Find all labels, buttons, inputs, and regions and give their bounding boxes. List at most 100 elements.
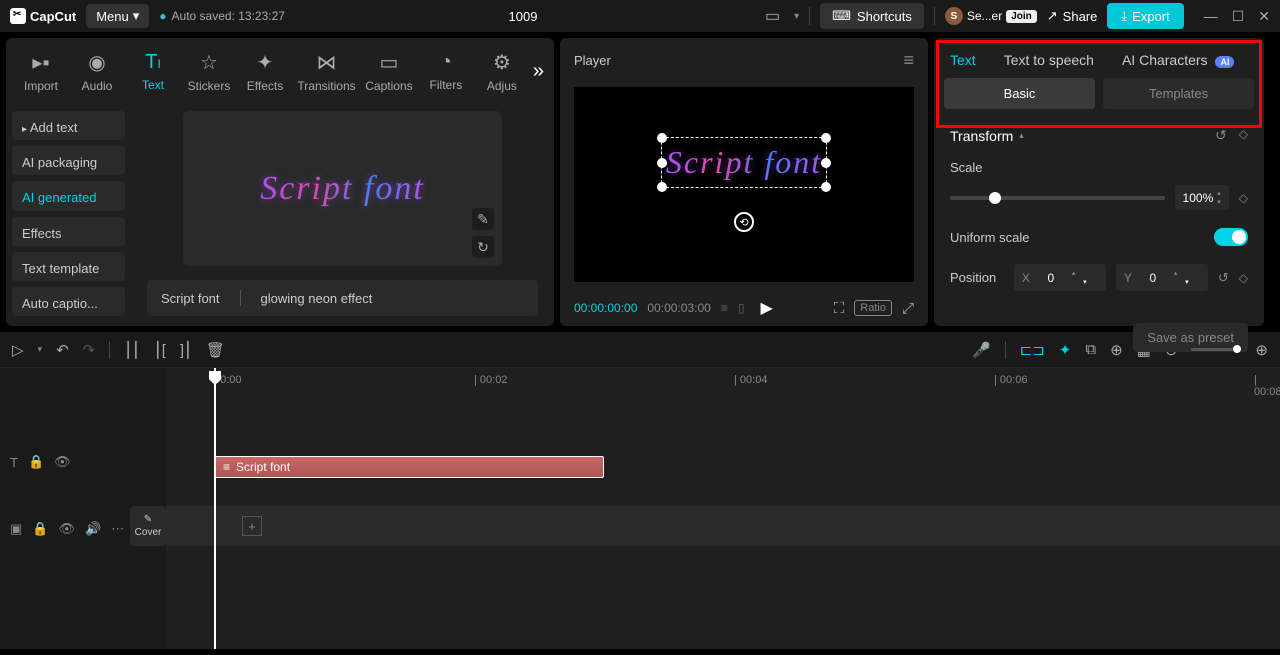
tracks-area[interactable]: 00:00 | 00:02 | 00:04 | 00:06 | 00:08 ≡ …: [166, 368, 1280, 649]
position-y-input[interactable]: Y 0 ▴▾: [1116, 264, 1208, 291]
trim-right-icon[interactable]: ]⎮: [180, 341, 192, 359]
trim-left-icon[interactable]: ⎮[: [154, 341, 166, 359]
eye-icon[interactable]: 👁: [54, 454, 71, 470]
keyframe-icon[interactable]: ◇: [1239, 271, 1248, 285]
project-title[interactable]: 1009: [295, 9, 751, 24]
tag-1[interactable]: Script font: [161, 291, 220, 306]
list-icon[interactable]: ≡: [721, 301, 728, 315]
export-label: Export: [1132, 9, 1170, 24]
text-clip-icon: ≡: [223, 460, 230, 474]
scale-value-box[interactable]: 100% ▴▾: [1175, 185, 1229, 210]
mute-icon[interactable]: 🔊: [85, 521, 101, 537]
tab-text[interactable]: TIText: [128, 47, 178, 96]
menu-button[interactable]: Menu ▾: [86, 4, 149, 28]
tab-text-to-speech[interactable]: Text to speech: [1004, 52, 1094, 68]
player-canvas[interactable]: Script font ⟲: [574, 87, 914, 282]
zoom-slider[interactable]: [1191, 348, 1241, 351]
handle-bl[interactable]: [657, 182, 667, 192]
slider-thumb[interactable]: [989, 192, 1001, 204]
minimize-icon[interactable]: —: [1204, 8, 1218, 25]
delete-icon[interactable]: 🗑: [206, 341, 225, 359]
tab-effects[interactable]: ✦Effects: [240, 46, 290, 97]
tab-audio[interactable]: ◉Audio: [72, 46, 122, 97]
tab-captions[interactable]: ▭Captions: [363, 46, 415, 97]
scale-label: Scale: [950, 160, 1248, 175]
subtab-basic[interactable]: Basic: [944, 78, 1095, 109]
scale-slider[interactable]: [950, 196, 1165, 200]
sidebar-add-text[interactable]: Add text: [12, 111, 125, 140]
close-icon[interactable]: ✕: [1258, 8, 1270, 25]
add-media-placeholder[interactable]: +: [242, 516, 262, 536]
tab-import[interactable]: ▸▪Import: [16, 46, 66, 97]
tab-adjust[interactable]: ⚙Adjus: [477, 46, 527, 97]
sidebar-effects[interactable]: Effects: [12, 217, 125, 246]
handle-br[interactable]: [821, 182, 831, 192]
keyframe-icon[interactable]: ◇: [1239, 127, 1248, 144]
eye-icon[interactable]: 👁: [58, 521, 75, 537]
maximize-icon[interactable]: ☐: [1232, 8, 1245, 25]
time-ruler[interactable]: 00:00 | 00:02 | 00:04 | 00:06 | 00:08: [166, 368, 1280, 392]
menu-label: Menu: [96, 9, 129, 24]
tab-stickers[interactable]: ☆Stickers: [184, 46, 234, 97]
text-preview-card[interactable]: Script font ✎ ↻: [183, 111, 502, 266]
user-chip[interactable]: S Se...er Join: [945, 7, 1037, 25]
handle-tl[interactable]: [657, 133, 667, 143]
reset-icon[interactable]: ↺: [1215, 127, 1227, 144]
player-menu-icon[interactable]: ≡: [903, 50, 914, 71]
edit-icon[interactable]: ✎: [472, 208, 494, 230]
export-button[interactable]: ⤓ Export: [1107, 3, 1183, 29]
sidebar-text-template[interactable]: Text template: [12, 252, 125, 281]
lock-icon[interactable]: 🔒: [32, 521, 48, 537]
lock-icon[interactable]: 🔒: [28, 454, 44, 470]
compare-icon[interactable]: ▯: [738, 301, 745, 315]
tab-transitions[interactable]: ⋈Transitions: [296, 46, 357, 97]
refresh-icon[interactable]: ↻: [472, 236, 494, 258]
share-button[interactable]: ↗ Share: [1047, 8, 1098, 24]
scan-icon[interactable]: ⛶: [834, 300, 845, 317]
redo-icon[interactable]: ↷: [83, 341, 96, 359]
sidebar-ai-generated[interactable]: AI generated: [12, 181, 125, 210]
stepper[interactable]: ▴▾: [1072, 269, 1098, 286]
player-controls: 00:00:00:00 00:00:03:00 ≡ ▯ ▶ ⛶ Ratio ⤢: [560, 290, 928, 326]
handle-mr[interactable]: [821, 158, 831, 168]
aspect-ratio-icon[interactable]: ▭: [761, 2, 784, 30]
sidebar-auto-captions[interactable]: Auto captio...: [12, 287, 125, 316]
keyframe-icon[interactable]: ◇: [1239, 191, 1248, 205]
rotate-handle[interactable]: ⟲: [734, 212, 754, 232]
fullscreen-icon[interactable]: ⤢: [902, 300, 914, 317]
share-icon: ↗: [1047, 8, 1058, 24]
split-icon[interactable]: ⎮⎮: [124, 341, 140, 359]
video-track[interactable]: [166, 506, 1280, 546]
chevron-down-icon[interactable]: ▾: [794, 11, 799, 22]
tab-filters[interactable]: ◔Filters: [421, 47, 471, 96]
handle-ml[interactable]: [657, 158, 667, 168]
stepper[interactable]: ▴▾: [1217, 189, 1221, 206]
playhead[interactable]: [214, 368, 216, 649]
cursor-icon[interactable]: ▷: [12, 341, 24, 359]
more-icon[interactable]: ⋯: [111, 521, 124, 537]
tag-2[interactable]: glowing neon effect: [261, 291, 373, 306]
reset-icon[interactable]: ↺: [1218, 270, 1229, 286]
position-x-input[interactable]: X 0 ▴▾: [1014, 264, 1106, 291]
text-selection-box[interactable]: Script font: [661, 137, 827, 188]
undo-icon[interactable]: ↶: [56, 341, 69, 359]
ratio-button[interactable]: Ratio: [854, 300, 892, 316]
play-icon[interactable]: ▶: [760, 298, 772, 318]
tab-ai-characters[interactable]: AI Characters AI: [1122, 52, 1234, 68]
transform-section[interactable]: Transform ▴ ↺ ◇: [950, 127, 1248, 144]
shortcuts-button[interactable]: ⌨ Shortcuts: [820, 3, 924, 29]
filters-icon: ◔: [440, 51, 452, 74]
topbar: CapCut Menu ▾ ● Auto saved: 13:23:27 100…: [0, 0, 1280, 32]
tab-text-props[interactable]: Text: [950, 52, 976, 68]
right-body: Transform ▴ ↺ ◇ Scale 100% ▴▾ ◇: [934, 119, 1264, 317]
uniform-toggle[interactable]: [1214, 228, 1248, 246]
chevron-down-icon[interactable]: ▾: [38, 344, 43, 355]
sidebar-ai-packaging[interactable]: AI packaging: [12, 146, 125, 175]
cover-button[interactable]: ✎ Cover: [130, 506, 166, 546]
join-badge[interactable]: Join: [1006, 10, 1037, 23]
tabs-more-icon[interactable]: »: [533, 60, 544, 83]
handle-tr[interactable]: [821, 133, 831, 143]
stepper[interactable]: ▴▾: [1174, 269, 1200, 286]
subtab-templates[interactable]: Templates: [1103, 78, 1254, 109]
text-clip[interactable]: ≡ Script font: [214, 456, 604, 478]
